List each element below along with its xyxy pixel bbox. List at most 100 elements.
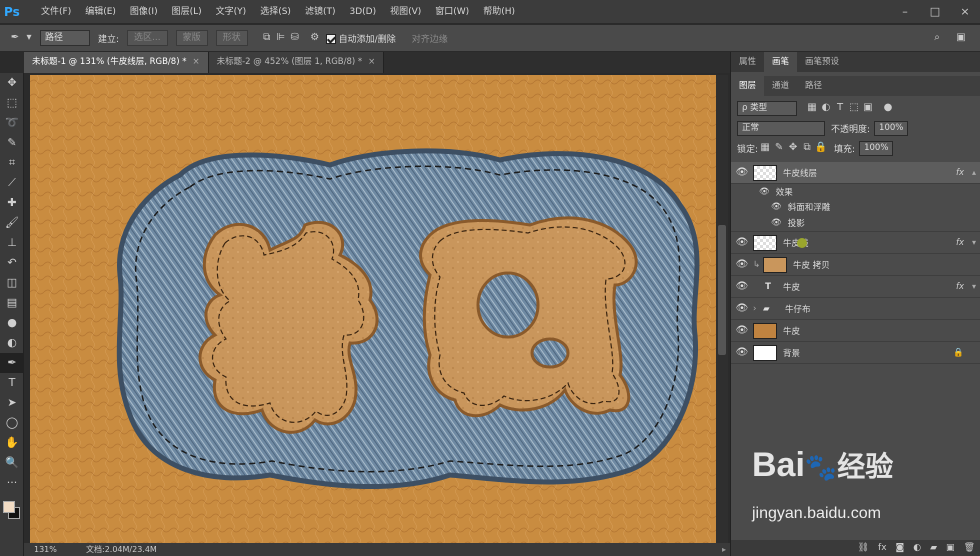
brush-tool-icon[interactable]: 🖌 bbox=[0, 213, 24, 233]
close-icon[interactable]: × bbox=[192, 57, 199, 67]
effects-row[interactable]: 👁 效果 bbox=[731, 184, 980, 199]
hand-tool-icon[interactable]: ✋ bbox=[0, 433, 24, 453]
chevron-down-icon[interactable]: ▾ bbox=[972, 282, 976, 291]
tab-brush-presets[interactable]: 画笔预设 bbox=[797, 52, 847, 72]
marquee-tool-icon[interactable]: ⬚ bbox=[0, 93, 24, 113]
zoom-level[interactable]: 131% bbox=[24, 545, 74, 554]
opacity-field[interactable]: 100% bbox=[874, 120, 909, 136]
clone-stamp-icon[interactable]: ⊥ bbox=[0, 233, 24, 253]
effect-bevel-row[interactable]: 👁 斜面和浮雕 bbox=[731, 199, 980, 214]
workspace-icon[interactable]: ▣ bbox=[954, 31, 968, 45]
align-edges-checkbox[interactable]: 对齐边缘 bbox=[412, 32, 448, 45]
chevron-up-icon[interactable]: ▴ bbox=[972, 168, 976, 177]
auto-add-checkbox[interactable]: 自动添加/删除 bbox=[325, 32, 396, 45]
fx-icon[interactable]: fx bbox=[956, 168, 964, 178]
lock-all-icon[interactable]: 🔒 bbox=[814, 141, 828, 155]
lock-pixels-icon[interactable]: ✎ bbox=[772, 141, 786, 155]
eye-icon[interactable]: 👁 bbox=[731, 281, 753, 292]
path-select-icon[interactable]: ➤ bbox=[0, 393, 24, 413]
lock-transparency-icon[interactable]: ▦ bbox=[758, 141, 772, 155]
tab-properties[interactable]: 属性 bbox=[731, 52, 764, 72]
toggle-filter-icon[interactable]: ● bbox=[881, 101, 895, 115]
menu-window[interactable]: 窗口(W) bbox=[428, 0, 476, 24]
blend-mode-dropdown[interactable]: 正常 bbox=[737, 120, 825, 136]
maximize-icon[interactable]: □ bbox=[920, 0, 950, 24]
pixel-filter-icon[interactable]: ▦ bbox=[805, 101, 819, 115]
menu-view[interactable]: 视图(V) bbox=[383, 0, 428, 24]
layer-row[interactable]: 👁 背景 🔒 bbox=[731, 342, 980, 364]
adjustment-filter-icon[interactable]: ◐ bbox=[819, 101, 833, 115]
layer-row[interactable]: 👁 › ▰ 牛仔布 bbox=[731, 298, 980, 320]
minimize-icon[interactable]: – bbox=[890, 0, 920, 24]
eye-icon[interactable]: 👁 bbox=[771, 202, 782, 212]
fx-icon[interactable]: fx bbox=[956, 238, 964, 248]
chevron-right-icon[interactable]: ▸ bbox=[722, 545, 726, 554]
layer-row[interactable]: 👁 牛皮线 fx ▾ bbox=[731, 232, 980, 254]
layer-row[interactable]: 👁 T 牛皮 fx ▾ bbox=[731, 276, 980, 298]
layer-row[interactable]: 👁 ↳ 牛皮 拷贝 bbox=[731, 254, 980, 276]
tab-document-2[interactable]: 未标题-2 @ 452% (图层 1, RGB/8) * × bbox=[208, 52, 385, 73]
eye-icon[interactable]: 👁 bbox=[771, 218, 782, 228]
chevron-down-icon[interactable]: ▾ bbox=[22, 31, 36, 45]
trash-icon[interactable]: 🗑 bbox=[964, 543, 975, 553]
gradient-tool-icon[interactable]: ▤ bbox=[0, 293, 24, 313]
menu-3d[interactable]: 3D(D) bbox=[342, 0, 383, 24]
crop-tool-icon[interactable]: ⌗ bbox=[0, 153, 24, 173]
move-tool-icon[interactable]: ✥ bbox=[0, 73, 24, 93]
close-icon[interactable]: × bbox=[950, 0, 980, 24]
type-tool-icon[interactable]: T bbox=[0, 373, 24, 393]
zoom-tool-icon[interactable]: 🔍 bbox=[0, 453, 24, 473]
tab-layers[interactable]: 图层 bbox=[731, 76, 765, 96]
menu-select[interactable]: 选择(S) bbox=[253, 0, 298, 24]
pen-tool-icon[interactable]: ✒ bbox=[8, 31, 22, 45]
vertical-scrollbar[interactable] bbox=[716, 75, 728, 543]
menu-image[interactable]: 图像(I) bbox=[123, 0, 165, 24]
eye-icon[interactable]: 👁 bbox=[731, 259, 753, 270]
shape-tool-icon[interactable]: ◯ bbox=[0, 413, 24, 433]
eye-icon[interactable]: 👁 bbox=[731, 167, 753, 178]
effect-shadow-row[interactable]: 👁 投影 bbox=[731, 214, 980, 232]
eye-icon[interactable]: 👁 bbox=[759, 187, 770, 197]
chevron-down-icon[interactable]: ▾ bbox=[972, 238, 976, 247]
menu-filter[interactable]: 滤镜(T) bbox=[298, 0, 343, 24]
chevron-right-icon[interactable]: › bbox=[753, 304, 763, 314]
eraser-icon[interactable]: ◫ bbox=[0, 273, 24, 293]
fx-icon[interactable]: fx bbox=[956, 282, 964, 292]
path-alignment-icon[interactable]: ⊫ bbox=[274, 31, 288, 45]
path-operations-icon[interactable]: ⧉ bbox=[260, 31, 274, 45]
menu-edit[interactable]: 编辑(E) bbox=[78, 0, 123, 24]
path-arrangement-icon[interactable]: ⛁ bbox=[288, 31, 302, 45]
mode-dropdown[interactable]: 路径 bbox=[40, 30, 90, 46]
healing-brush-icon[interactable]: ✚ bbox=[0, 193, 24, 213]
layer-row[interactable]: 👁 牛皮线层 fx ▴ bbox=[731, 162, 980, 184]
gear-icon[interactable]: ⚙ bbox=[308, 31, 322, 45]
type-filter-icon[interactable]: T bbox=[833, 101, 847, 115]
eye-icon[interactable]: 👁 bbox=[731, 347, 753, 358]
lock-position-icon[interactable]: ✥ bbox=[786, 141, 800, 155]
layer-row[interactable]: 👁 牛皮 bbox=[731, 320, 980, 342]
eyedropper-icon[interactable]: ⟋ bbox=[0, 173, 24, 193]
smart-filter-icon[interactable]: ▣ bbox=[861, 101, 875, 115]
selection-button[interactable]: 选区... bbox=[127, 30, 168, 46]
dodge-tool-icon[interactable]: ◐ bbox=[0, 333, 24, 353]
blur-tool-icon[interactable]: ● bbox=[0, 313, 24, 333]
more-tools-icon[interactable]: ··· bbox=[0, 473, 24, 493]
search-icon[interactable]: ⌕ bbox=[930, 31, 944, 45]
eye-icon[interactable]: 👁 bbox=[731, 325, 753, 336]
tab-brush[interactable]: 画笔 bbox=[764, 52, 798, 72]
lasso-tool-icon[interactable]: ➰ bbox=[0, 113, 24, 133]
layer-filter-dropdown[interactable]: ρ 类型 bbox=[737, 100, 797, 116]
menu-help[interactable]: 帮助(H) bbox=[476, 0, 522, 24]
menu-layer[interactable]: 图层(L) bbox=[165, 0, 209, 24]
quick-select-icon[interactable]: ✎ bbox=[0, 133, 24, 153]
history-brush-icon[interactable]: ↶ bbox=[0, 253, 24, 273]
eye-icon[interactable]: 👁 bbox=[731, 237, 753, 248]
fill-field[interactable]: 100% bbox=[859, 140, 894, 156]
menu-type[interactable]: 文字(Y) bbox=[209, 0, 254, 24]
color-swatches[interactable] bbox=[0, 493, 24, 529]
document-canvas[interactable] bbox=[30, 75, 716, 543]
shape-button[interactable]: 形状 bbox=[215, 30, 248, 46]
scrollbar-thumb[interactable] bbox=[718, 225, 726, 355]
mask-button[interactable]: 蒙版 bbox=[175, 30, 208, 46]
eye-icon[interactable]: 👁 bbox=[731, 303, 753, 314]
